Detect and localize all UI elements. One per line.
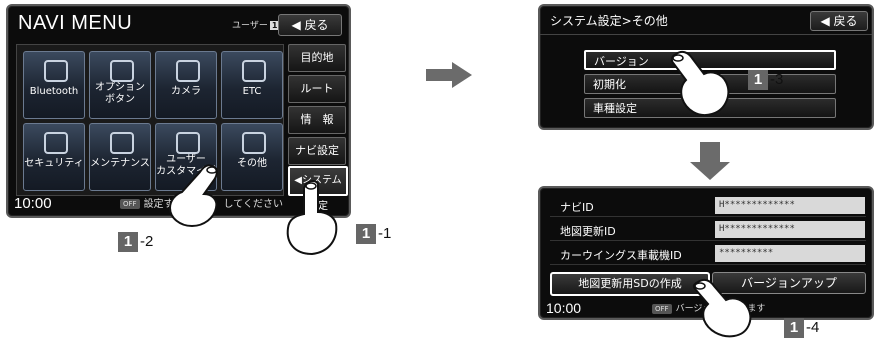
etc-tile[interactable]: ETC <box>221 51 283 119</box>
screen-title: システム設定>その他 <box>550 14 668 28</box>
side-menu: 目的地 ルート 情 報 ナビ設定 ◀システム設定 <box>288 44 348 212</box>
off-badge: OFF <box>652 303 672 314</box>
screen-title: NAVI MENU <box>18 12 133 34</box>
carwings-id-row: カーウイングス車載機ID ********** <box>550 244 866 265</box>
tile-label: オプション ボタン <box>95 82 145 105</box>
screen-header: システム設定>その他 ◀ 戻る <box>540 6 872 35</box>
tile-label: Bluetooth <box>29 86 79 97</box>
tile-label: その他 <box>237 158 267 169</box>
off-badge: OFF <box>120 199 140 209</box>
pointing-hand-icon <box>286 180 338 256</box>
row-key: 地図更新ID <box>560 225 616 238</box>
camera-tile[interactable]: カメラ <box>155 51 217 119</box>
user-indicator: ユーザー 1 <box>232 21 280 31</box>
user-customize-icon <box>176 132 200 154</box>
maintenance-tile[interactable]: メンテナンス <box>89 123 151 191</box>
pointing-hand-icon <box>168 164 218 228</box>
bluetooth-icon <box>44 60 68 82</box>
tile-label: メンテナンス <box>90 158 150 169</box>
step-badge-1-4: 1 -4 <box>784 318 819 338</box>
other-icon <box>242 132 266 154</box>
step-badge-1-2: 1 -2 <box>118 232 153 252</box>
etc-gate-icon <box>242 60 266 82</box>
row-key: ナビID <box>560 201 594 214</box>
row-value: H************* <box>715 197 865 214</box>
pointing-hand-icon <box>670 50 730 116</box>
map-update-id-row: 地図更新ID H************* <box>550 220 866 241</box>
right-arrow-icon <box>426 62 472 88</box>
security-tile[interactable]: セキュリティ <box>23 123 85 191</box>
other-tile[interactable]: その他 <box>221 123 283 191</box>
clock: 10:00 <box>546 300 582 316</box>
tile-label: カメラ <box>171 86 201 97</box>
navi-id-row: ナビID H************* <box>550 196 866 217</box>
tile-label: ETC <box>242 86 262 97</box>
back-button[interactable]: ◀ 戻る <box>810 11 868 31</box>
camera-icon <box>176 60 200 82</box>
tile-label: セキュリティ <box>24 158 84 169</box>
side-button-info[interactable]: 情 報 <box>288 106 346 134</box>
bluetooth-tile[interactable]: Bluetooth <box>23 51 85 119</box>
pointing-hand-icon <box>692 278 752 338</box>
clock: 10:00 <box>14 195 52 212</box>
lock-icon <box>44 132 68 154</box>
side-button-route[interactable]: ルート <box>288 75 346 103</box>
option-button-tile[interactable]: オプション ボタン <box>89 51 151 119</box>
row-value: ********** <box>715 245 865 262</box>
back-button[interactable]: ◀ 戻る <box>278 14 342 36</box>
side-button-destination[interactable]: 目的地 <box>288 44 346 72</box>
down-arrow-icon <box>690 142 730 180</box>
step-badge-1-3: 1 -3 <box>748 70 783 90</box>
wrench-icon <box>110 132 134 154</box>
row-value: H************* <box>715 221 865 238</box>
row-key: カーウイングス車載機ID <box>560 249 682 262</box>
menu-grid: Bluetooth オプション ボタン カメラ ETC セキュリティ メンテナン… <box>16 44 284 196</box>
option-icon <box>110 60 134 82</box>
side-button-navi-settings[interactable]: ナビ設定 <box>288 137 346 165</box>
create-map-update-sd-button[interactable]: 地図更新用SDの作成 <box>550 272 710 296</box>
step-badge-1-1: 1 -1 <box>356 224 391 244</box>
